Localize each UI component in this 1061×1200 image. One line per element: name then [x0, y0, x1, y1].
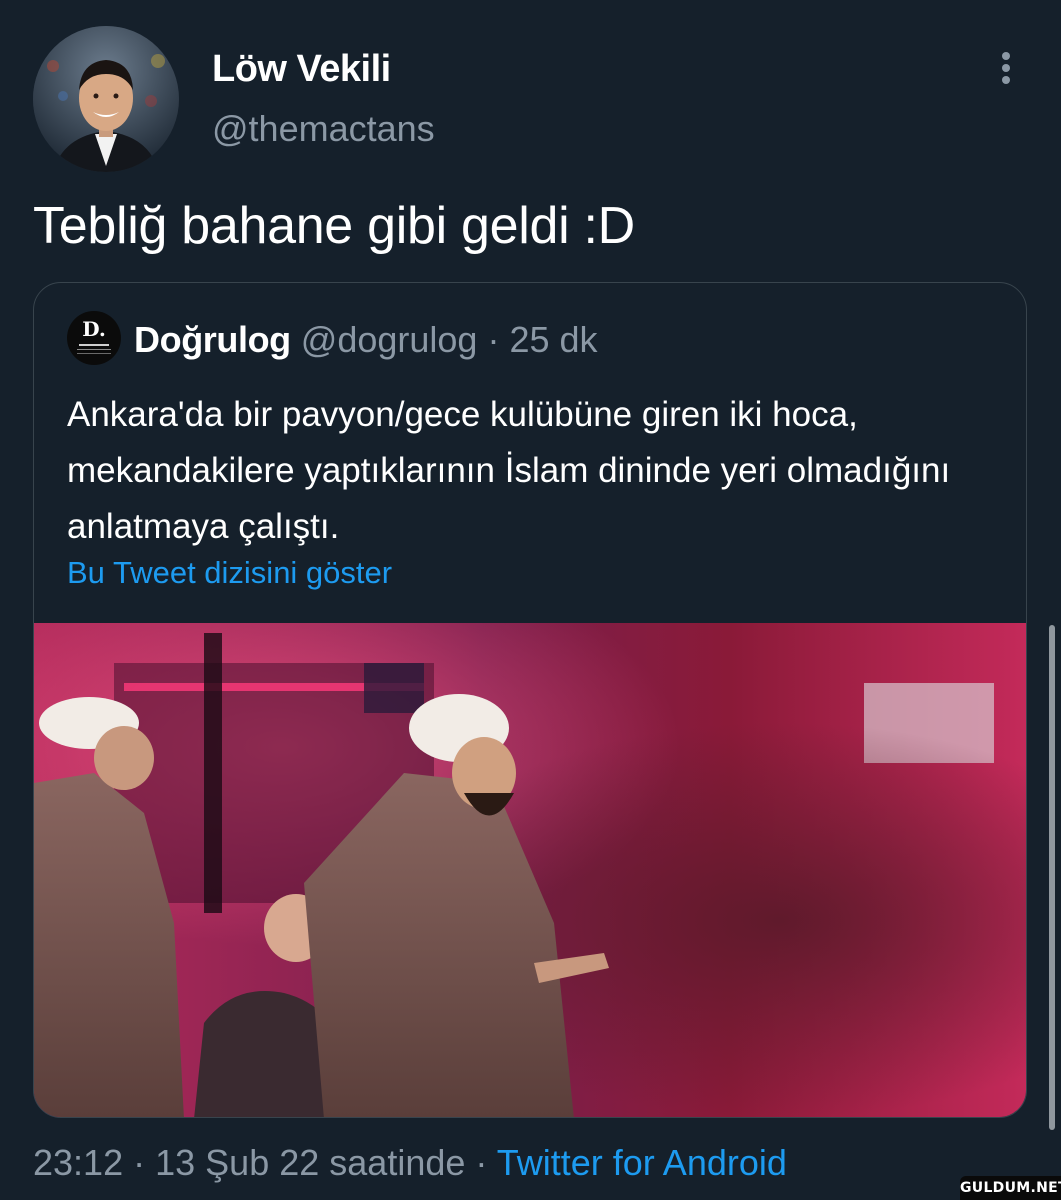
- tweet-source-link[interactable]: Twitter for Android: [497, 1142, 787, 1183]
- tweet-date[interactable]: 13 Şub 22 saatinde: [155, 1142, 465, 1183]
- avatar-portrait: [33, 26, 179, 172]
- logo-subtext-lines: [77, 349, 111, 350]
- quoted-avatar[interactable]: D.: [67, 311, 121, 365]
- quoted-timestamp[interactable]: 25 dk: [509, 319, 597, 360]
- quoted-tweet-text: Ankara'da bir pavyon/gece kulübüne giren…: [67, 395, 951, 546]
- author-handle: @themactans: [212, 108, 435, 149]
- tweet-text: Tebliğ bahane gibi geldi :D: [33, 197, 635, 255]
- tweet-meta: 23:12 · 13 Şub 22 saatinde · Twitter for…: [33, 1142, 787, 1184]
- author-display-name[interactable]: Löw Vekili: [212, 48, 391, 91]
- quoted-avatar-logo: D.: [82, 317, 106, 341]
- quoted-display-name[interactable]: Doğrulog: [134, 319, 291, 360]
- meta-separator: ·: [133, 1142, 146, 1183]
- quoted-handle: @dogrulog: [300, 319, 478, 360]
- quoted-header: Doğrulog @dogrulog · 25 dk: [134, 319, 598, 361]
- author-avatar[interactable]: [33, 26, 179, 172]
- logo-underline: [79, 344, 109, 346]
- quoted-media-image[interactable]: [34, 623, 1026, 1117]
- more-options-icon[interactable]: [990, 50, 1022, 90]
- tweet-time[interactable]: 23:12: [33, 1142, 123, 1183]
- quoted-tweet-card[interactable]: D. Doğrulog @dogrulog · 25 dk Ankara'da …: [33, 282, 1027, 1118]
- site-watermark: GULDUM.NET: [960, 1176, 1061, 1200]
- scrollbar-thumb[interactable]: [1049, 625, 1055, 1130]
- show-thread-link[interactable]: Bu Tweet dizisini göster: [67, 555, 392, 591]
- meta-separator: ·: [475, 1142, 488, 1183]
- quoted-separator: ·: [487, 319, 500, 360]
